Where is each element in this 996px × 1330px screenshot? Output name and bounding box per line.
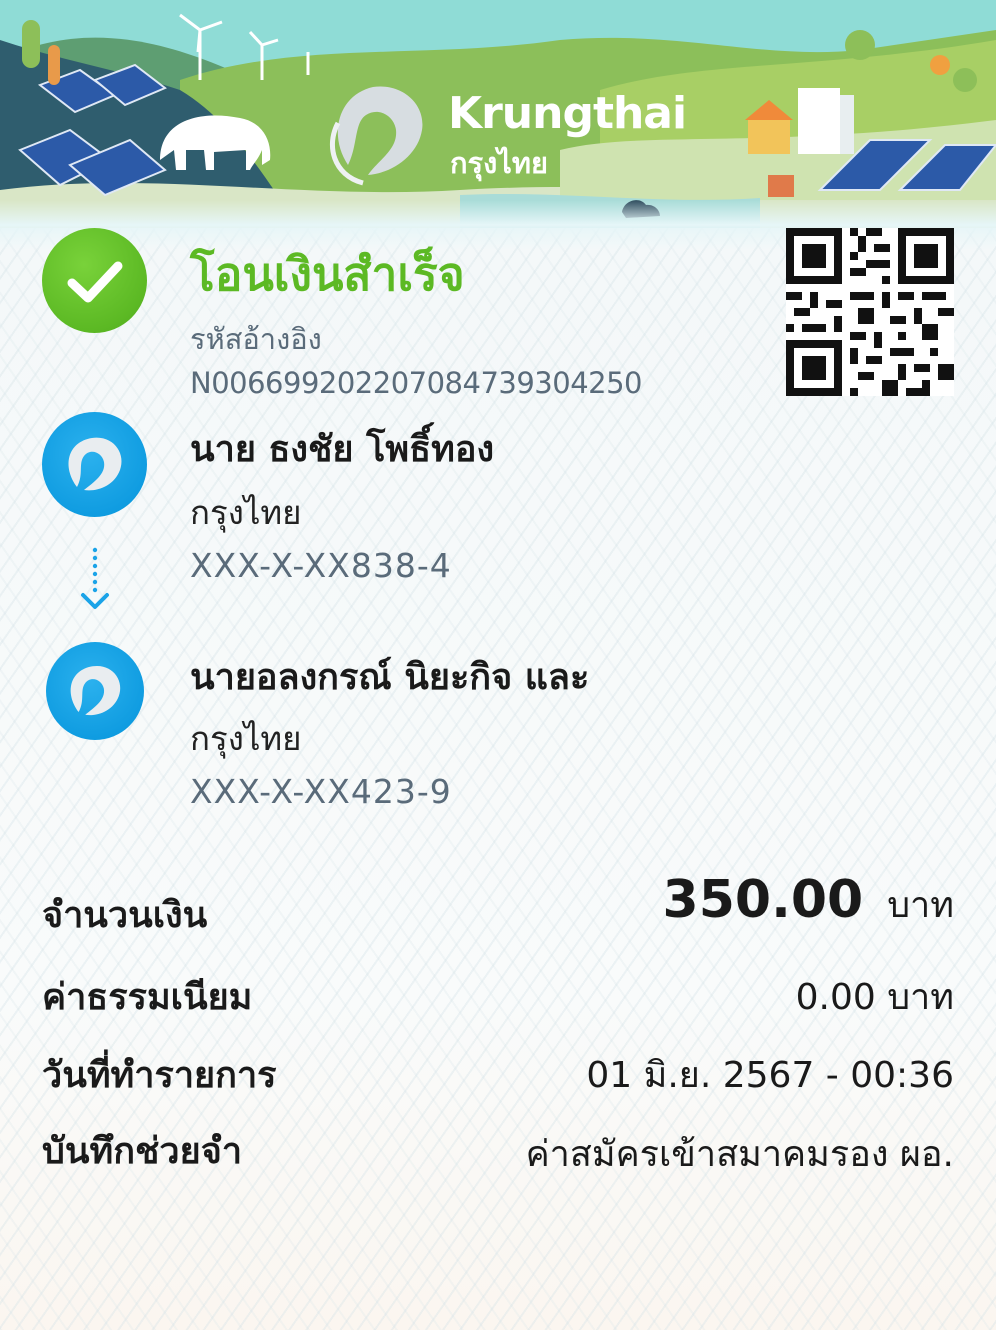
receiver-account: XXX-X-XX423-9 xyxy=(190,772,452,811)
amount-row: 350.00 บาท xyxy=(663,870,954,933)
sender-bank: กรุงไทย xyxy=(190,493,302,532)
fee-label: ค่าธรรมเนียม xyxy=(42,977,253,1018)
fee-value: 0.00 บาท xyxy=(795,977,954,1018)
memo-value: ค่าสมัครเข้าสมาคมรอง ผอ. xyxy=(525,1134,954,1175)
qr-code[interactable] xyxy=(786,228,954,396)
receiver-bank: กรุงไทย xyxy=(190,719,302,758)
date-label: วันที่ทำรายการ xyxy=(42,1055,277,1096)
arrow-down-icon xyxy=(80,545,110,615)
amount-value: 350.00 xyxy=(662,870,864,930)
date-value: 01 มิ.ย. 2567 - 00:36 xyxy=(586,1055,954,1096)
amount-unit: บาท xyxy=(887,885,954,926)
sender-name: นาย ธงชัย โพธิ์ทอง xyxy=(190,429,495,470)
memo-label: บันทึกช่วยจำ xyxy=(42,1131,243,1172)
receiver-bank-logo-icon xyxy=(46,642,144,740)
check-circle-icon xyxy=(42,228,147,333)
sender-account: XXX-X-XX838-4 xyxy=(190,546,452,585)
slip-content: โอนเงินสำเร็จ รหัสอ้างอิง N0066992022070… xyxy=(0,0,996,1330)
status-title: โอนเงินสำเร็จ xyxy=(190,247,465,301)
receiver-name: นายอลงกรณ์ นิยะกิจ และ xyxy=(190,657,590,698)
sender-bank-logo-icon xyxy=(42,412,147,517)
ref-label: รหัสอ้างอิง xyxy=(190,322,322,356)
ref-value: N006699202207084739304250 xyxy=(190,366,643,400)
amount-label: จำนวนเงิน xyxy=(42,895,208,936)
